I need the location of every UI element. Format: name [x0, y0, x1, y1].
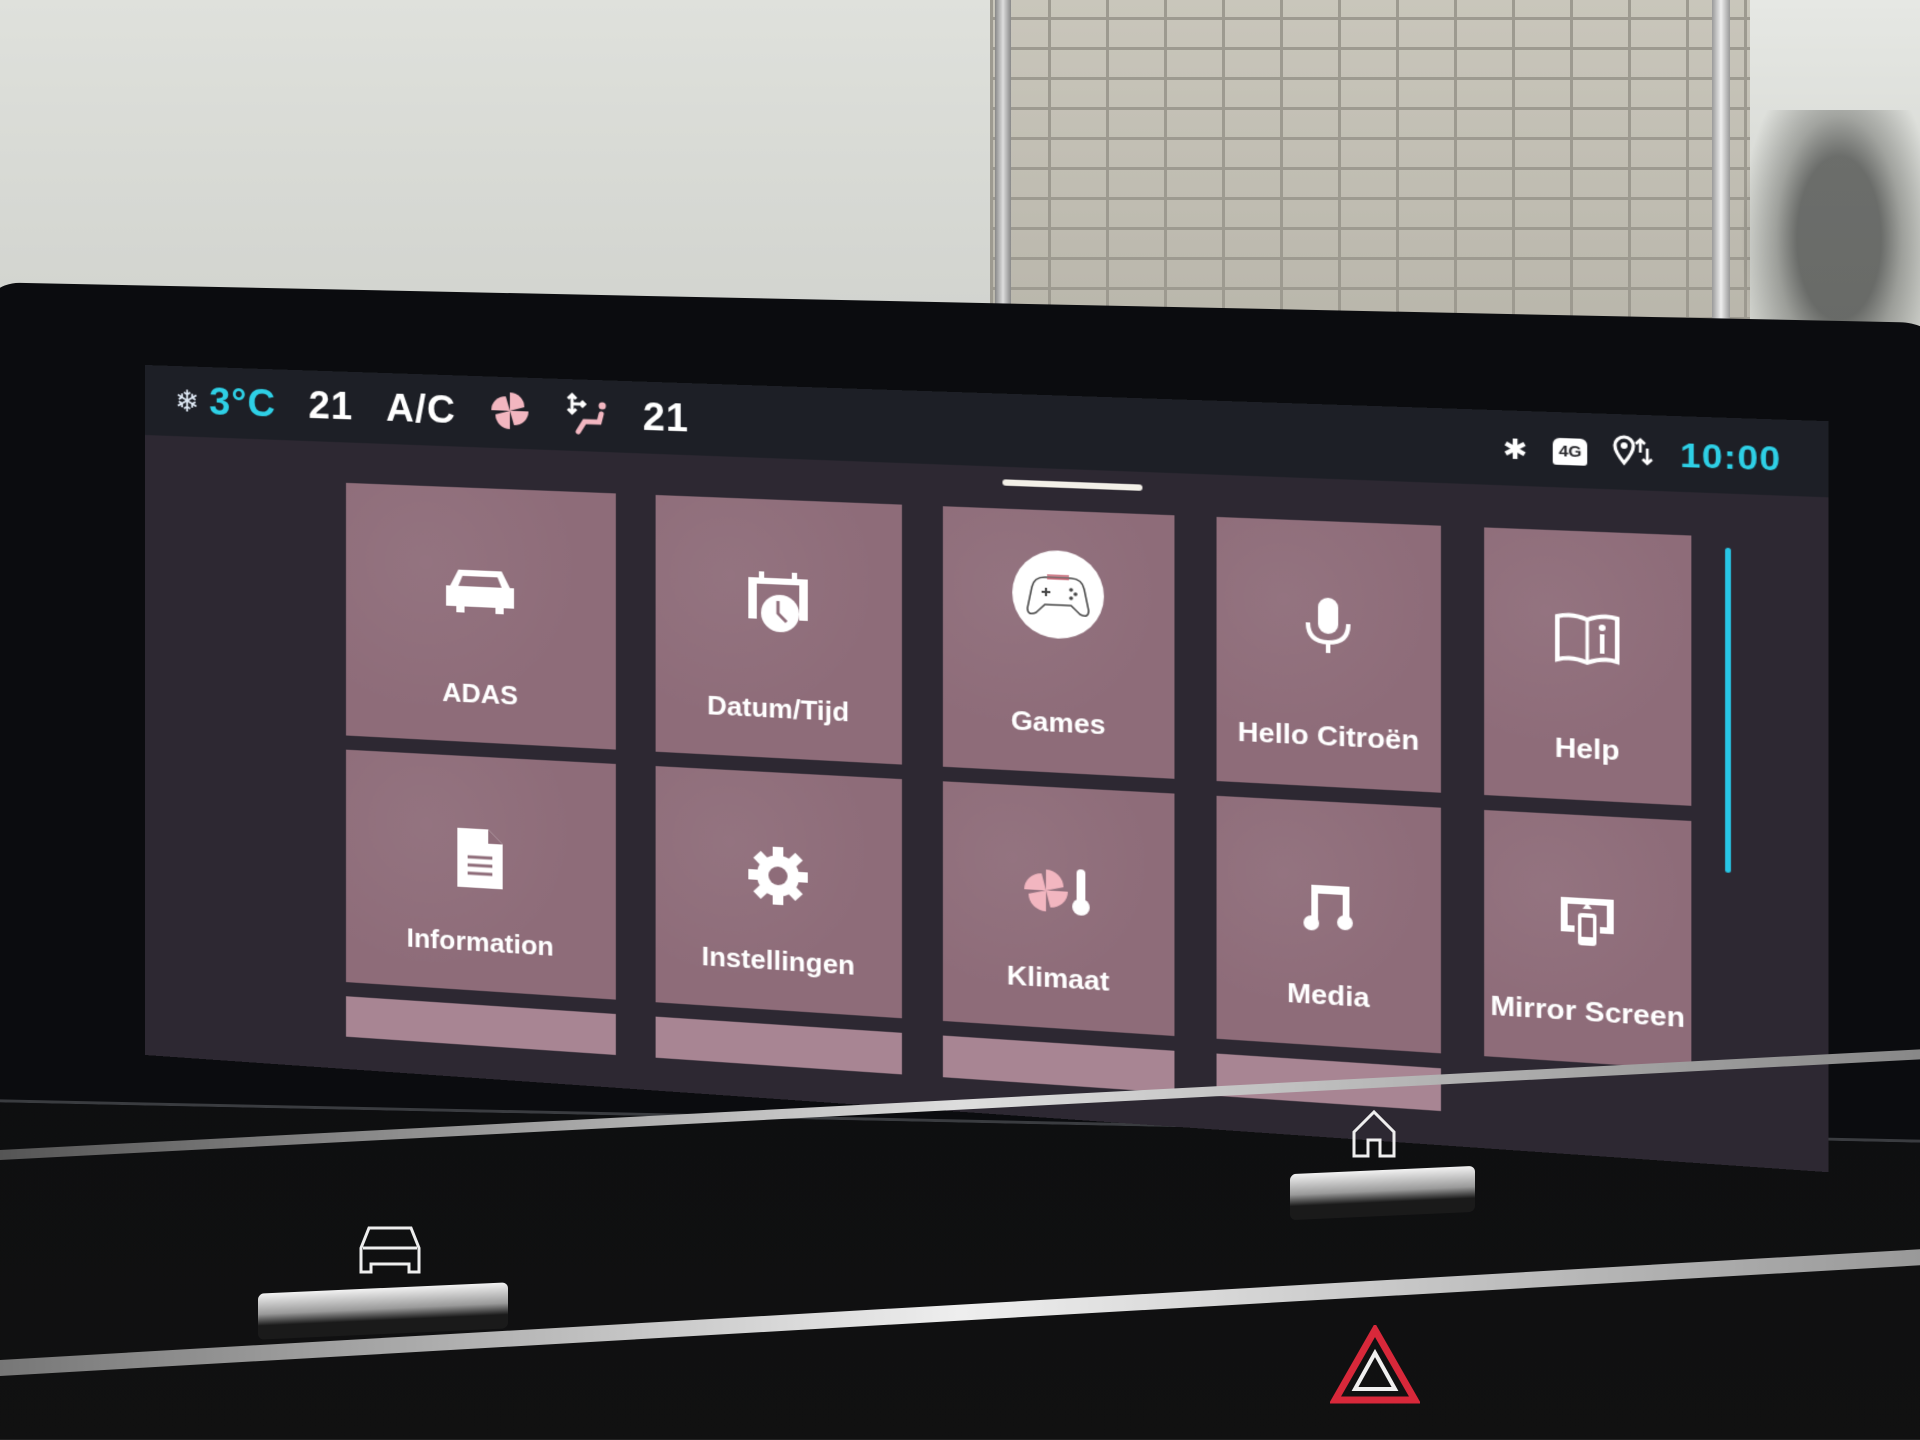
calendar-clock-icon — [744, 571, 812, 636]
gear-icon — [746, 843, 810, 909]
infotainment-screen: ❄ 3°C 21 A/C 21 ✱ 4G 10:00 ADAS Datum/Ti… — [145, 365, 1829, 1173]
home-button[interactable] — [1290, 1165, 1475, 1221]
4g-icon: 4G — [1552, 437, 1588, 466]
ac-button[interactable]: A/C — [386, 387, 456, 433]
background-pipe — [995, 0, 1011, 320]
document-icon — [455, 827, 504, 891]
outside-temp-value: 3°C — [209, 380, 277, 426]
tile-label: ADAS — [442, 676, 518, 711]
driver-temperature[interactable]: 21 — [308, 384, 353, 429]
clock: 10:00 — [1679, 435, 1782, 479]
scrollbar[interactable] — [1725, 547, 1731, 873]
tile-label: Games — [1010, 704, 1106, 741]
seat-airflow-icon[interactable] — [563, 390, 609, 442]
tile-games[interactable]: Games — [942, 506, 1175, 779]
hazard-icon — [1328, 1322, 1422, 1404]
book-info-icon — [1555, 605, 1619, 672]
music-note-icon — [1300, 874, 1356, 941]
background-brick-wall — [990, 0, 1750, 350]
mirror-screen-icon — [1558, 889, 1616, 957]
vehicle-icon — [355, 1220, 425, 1292]
vehicle-menu-button[interactable] — [258, 1282, 508, 1340]
tile-partial[interactable] — [655, 1016, 902, 1075]
background-pipe — [1712, 0, 1730, 350]
tile-label: Mirror Screen — [1490, 989, 1685, 1034]
location-data-icon — [1613, 434, 1655, 473]
snowflake-icon: ❄ — [174, 384, 201, 419]
tile-datum-tijd[interactable]: Datum/Tijd — [655, 494, 902, 765]
tile-label: Information — [406, 922, 554, 962]
tile-instellingen[interactable]: Instellingen — [655, 766, 902, 1019]
tile-partial[interactable] — [942, 1035, 1175, 1093]
app-grid: ADAS Datum/Tijd Games Hello Citroën Help — [346, 482, 1692, 1128]
outside-temperature: ❄ 3°C — [175, 380, 276, 427]
passenger-temperature[interactable]: 21 — [643, 395, 689, 441]
tile-label: Help — [1554, 731, 1620, 767]
microphone-icon — [1303, 595, 1352, 661]
fan-thermometer-icon — [1020, 859, 1096, 926]
tile-hello-citroen[interactable]: Hello Citroën — [1216, 516, 1441, 793]
background-wall — [0, 0, 990, 310]
tile-information[interactable]: Information — [346, 749, 616, 1000]
home-icon — [1350, 1108, 1398, 1172]
tile-klimaat[interactable]: Klimaat — [942, 781, 1175, 1037]
tile-mirror-screen[interactable]: Mirror Screen — [1484, 809, 1692, 1070]
tile-help[interactable]: Help — [1484, 527, 1692, 806]
tile-label: Hello Citroën — [1237, 715, 1420, 757]
tile-label: Datum/Tijd — [707, 689, 850, 728]
tile-adas[interactable]: ADAS — [346, 482, 616, 750]
tile-media[interactable]: Media — [1216, 795, 1441, 1054]
bluetooth-icon: ✱ — [1502, 432, 1528, 466]
page-indicator — [1002, 479, 1143, 491]
tile-label: Klimaat — [1006, 959, 1110, 998]
tile-label: Media — [1286, 976, 1370, 1014]
tile-label: Instellingen — [701, 940, 856, 981]
hazard-button[interactable] — [1328, 1322, 1422, 1405]
fan-icon[interactable] — [489, 389, 530, 436]
car-icon — [444, 558, 516, 622]
gamepad-icon — [1012, 548, 1104, 641]
tile-partial[interactable] — [346, 996, 616, 1055]
